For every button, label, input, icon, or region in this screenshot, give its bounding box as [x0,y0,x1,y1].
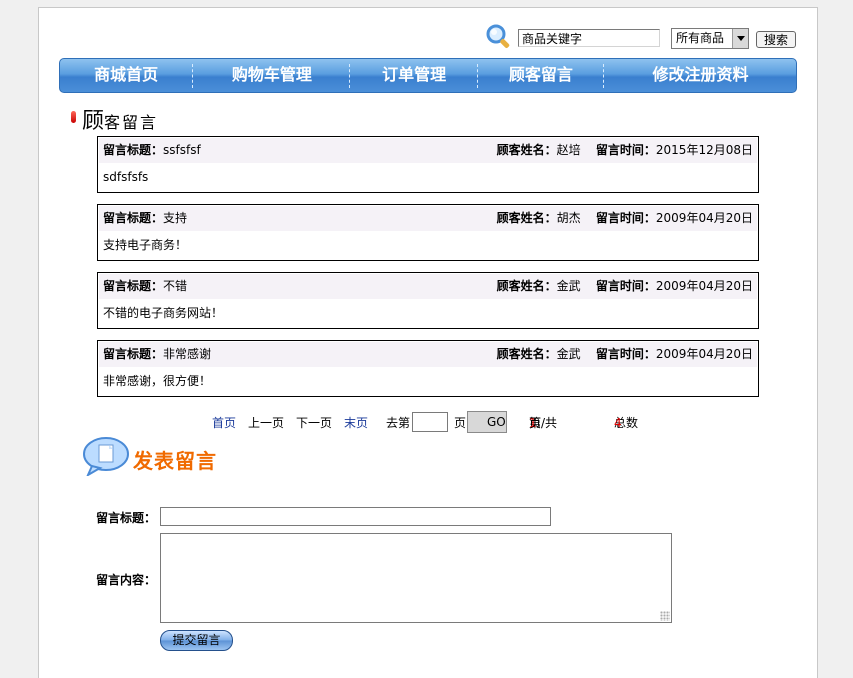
nav-item-label: 修改注册资料 [652,65,749,84]
first-page-link[interactable]: 首页 [212,412,236,434]
nav-item-home[interactable]: 商城首页 [60,58,192,93]
message-title-label: 留言标题： [103,143,164,157]
main-nav: 商城首页 购物车管理 订单管理 顾客留言 修改注册资料 [59,58,797,93]
nav-item-label: 购物车管理 [231,65,312,84]
post-content-textarea[interactable] [160,533,672,623]
go-button-label: GO [487,415,506,429]
total-count-value: 4 [614,416,622,430]
nav-item-cart[interactable]: 购物车管理 [194,58,349,93]
message-content: 支持电子商务！ [103,238,188,252]
search-input[interactable] [518,29,660,47]
nav-item-label: 顾客留言 [508,65,573,84]
submit-button-label: 提交留言 [172,633,221,647]
post-title-label: 留言标题： [96,511,157,525]
category-select[interactable]: 所有商品 [671,28,749,49]
message-time: 2009年04月20日 [655,347,753,361]
category-select-value: 所有商品 [676,31,725,45]
message-content: sdfsfsfs [103,170,149,184]
message-card: 留言标题：不错 顾客姓名：金武 留言时间：2009年04月20日 不错的电子商务… [97,272,759,329]
goto-suffix: 页 [454,416,467,430]
search-button-label: 搜索 [763,33,788,47]
message-time-label: 留言时间： [595,211,656,225]
page-container: 所有商品 搜索 商城首页 购物车管理 订单管理 顾客留言 修改注册资料 顾客留言… [38,7,818,678]
customer-name: 金武 [556,279,581,293]
message-card: 留言标题：支持 顾客姓名：胡杰 留言时间：2009年04月20日 支持电子商务！ [97,204,759,261]
message-header: 留言标题：ssfsfsf 顾客姓名：赵培 留言时间：2015年12月08日 [99,138,757,163]
message-title: 支持 [163,211,188,225]
submit-button[interactable]: 提交留言 [160,630,233,651]
page-number-input[interactable] [412,412,448,432]
message-content: 非常感谢，很方便！ [103,374,212,388]
nav-item-guestbook[interactable]: 顾客留言 [479,58,603,93]
message-title: ssfsfsf [163,143,201,157]
message-header: 留言标题：支持 顾客姓名：胡杰 留言时间：2009年04月20日 [99,206,757,231]
goto-prefix: 去第 [386,416,411,430]
message-time-label: 留言时间： [595,347,656,361]
customer-name-label: 顾客姓名： [496,211,557,225]
message-time-label: 留言时间： [595,279,656,293]
chevron-down-icon[interactable] [732,29,748,48]
go-button[interactable]: GO [467,411,507,433]
customer-name-label: 顾客姓名： [496,279,557,293]
speech-bubble-icon [82,436,130,479]
message-header: 留言标题：非常感谢 顾客姓名：金武 留言时间：2009年04月20日 [99,342,757,367]
customer-name-label: 顾客姓名： [496,143,557,157]
last-page-link[interactable]: 末页 [344,412,368,434]
customer-name: 胡杰 [556,211,581,225]
message-title-label: 留言标题： [103,211,164,225]
message-card: 留言标题：非常感谢 顾客姓名：金武 留言时间：2009年04月20日 非常感谢，… [97,340,759,397]
nav-item-label: 商城首页 [94,65,159,84]
nav-item-orders[interactable]: 订单管理 [351,58,476,93]
nav-item-label: 订单管理 [382,65,447,84]
search-button[interactable]: 搜索 [756,31,796,48]
post-content-label: 留言内容： [96,573,157,587]
search-bar: 所有商品 搜索 [484,22,804,54]
message-title: 不错 [163,279,188,293]
page-suffix: 页 [529,416,542,430]
message-header: 留言标题：不错 顾客姓名：金武 留言时间：2009年04月20日 [99,274,757,299]
message-time: 2015年12月08日 [655,143,753,157]
customer-name: 金武 [556,347,581,361]
bullet-icon [71,111,76,123]
message-title-label: 留言标题： [103,279,164,293]
nav-item-profile[interactable]: 修改注册资料 [605,58,796,93]
post-heading: 发表留言 [133,449,217,473]
message-card: 留言标题：ssfsfsf 顾客姓名：赵培 留言时间：2015年12月08日 sd… [97,136,759,193]
message-content: 不错的电子商务网站！ [103,306,224,320]
post-title-input[interactable] [160,507,551,526]
message-time: 2009年04月20日 [655,211,753,225]
message-title-label: 留言标题： [103,347,164,361]
next-page-link[interactable]: 下一页 [296,412,332,434]
message-title: 非常感谢 [163,347,212,361]
page-title-first-char: 顾 [82,109,105,134]
message-time-label: 留言时间： [595,143,656,157]
prev-page-link[interactable]: 上一页 [248,412,284,434]
page-title-rest: 客留言 [104,113,159,132]
customer-name: 赵培 [556,143,581,157]
magnifier-icon [484,22,514,54]
customer-name-label: 顾客姓名： [496,347,557,361]
resize-grip-icon[interactable] [660,611,670,621]
message-time: 2009年04月20日 [655,279,753,293]
